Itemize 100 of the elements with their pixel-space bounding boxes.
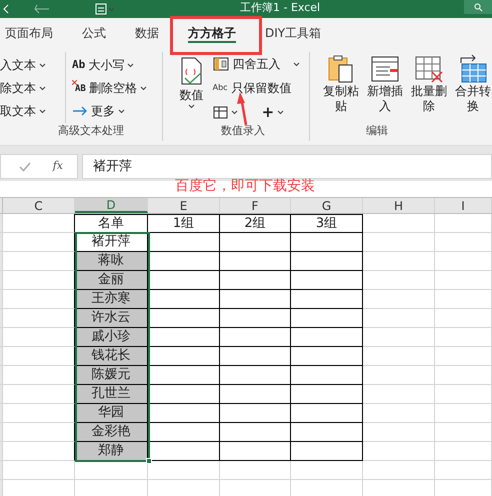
ribbon-tab[interactable]: 页面布局 [5,18,53,48]
empty-cell [220,309,291,328]
column-header[interactable]: G [291,198,363,213]
ribbon-tab[interactable]: 方方格子 [188,18,236,48]
empty-cell [435,366,492,385]
table-cell: 郑静 [75,442,148,461]
empty-cell [220,290,291,309]
annotation-text: 百度它，即可下载安装 [175,177,315,196]
column-header[interactable]: F [220,198,291,213]
empty-cell [220,252,291,271]
empty-cell [291,309,363,328]
column-header[interactable]: H [363,198,435,213]
ribbon-menu-button[interactable]: 更多 [72,102,147,120]
ribbon-menu-button[interactable]: 入文本 [0,56,65,74]
empty-cell [435,252,492,271]
ribbon-tab[interactable]: DIY工具箱 [265,18,322,48]
empty-cell [363,366,435,385]
empty-cell [363,385,435,404]
insert-function-button[interactable]: fx [52,158,63,175]
check-icon[interactable] [18,162,31,172]
empty-cell [435,328,492,347]
table-cell: 陈媛元 [75,366,148,385]
caret-icon [108,6,115,12]
search-icon [474,2,482,12]
empty-cell [291,423,363,442]
ribbon-large-button[interactable]: 批量删除 [410,52,448,122]
group-label: 数值录入 [220,122,266,138]
table-cell: 3组 [291,214,363,233]
empty-cell [363,423,435,442]
empty-cell [363,328,435,347]
number-button[interactable]: 数值 [176,52,207,122]
arrow [237,92,249,126]
table-cell: 金丽 [75,271,148,290]
column-header[interactable]: E [148,198,220,213]
caret-icon [188,104,196,109]
table-cell: 许水云 [75,309,148,328]
caret-icon [230,110,238,114]
table-cell: 钱花长 [75,347,148,366]
empty-cell [363,271,435,290]
ribbon-large-button[interactable]: 合并转换 [454,52,492,122]
empty-cell [291,271,363,290]
empty-cell [435,309,492,328]
caret-icon [39,86,46,90]
empty-cell [363,309,435,328]
caret-icon [39,108,46,114]
grid-x-icon [414,54,444,84]
empty-cell [435,271,492,290]
empty-cell [220,366,291,385]
table-cell: 名单 [75,214,148,233]
grid-icon [212,106,228,118]
search-button[interactable] [464,0,492,14]
small-dropdown-button[interactable]: + [262,102,284,122]
caret-icon [140,86,147,90]
table-cell: 褚开萍 [75,233,148,252]
empty-cell [291,461,363,480]
table-cell: 1组 [148,214,220,233]
empty-cell [291,290,363,309]
caret-icon [292,62,300,66]
empty-cell [3,461,75,480]
ribbon-menu-button[interactable]: AB 删除空格 [72,79,147,97]
empty-cell [220,385,291,404]
fill-handle[interactable] [146,458,152,464]
ribbon-large-button[interactable]: 复制粘贴 [322,52,360,122]
ribbon-menu-button[interactable]: 取文本 [0,102,65,120]
empty-cell [363,347,435,366]
ribbon-large-button[interactable]: 新增插入 [366,52,404,122]
empty-cell [291,404,363,423]
empty-cell [291,442,363,461]
empty-cell [220,423,291,442]
table-cell: 孔世兰 [75,385,148,404]
ribbon-tab[interactable]: 数据 [135,18,159,48]
empty-cell [435,385,492,404]
ribbon-menu-button[interactable]: Ab 大小写 [72,56,147,74]
ribbon-menu-button[interactable]: 四舍五入 [212,54,300,74]
ribbon-tab[interactable]: 公式 [82,18,106,48]
arrow-right-icon [72,106,88,116]
empty-cell [363,404,435,423]
caret-icon [127,62,134,68]
form-icon [370,54,400,84]
empty-cell [220,442,291,461]
empty-cell [291,385,363,404]
empty-cell [291,328,363,347]
caret-icon [118,108,125,114]
empty-cell [363,233,435,252]
table-icon [212,57,229,71]
ribbon-menu-button[interactable]: 除文本 [0,79,65,97]
empty-cell [291,366,363,385]
formula-input[interactable]: 褚开萍 [82,154,492,179]
group-label: 编辑 [365,122,389,138]
empty-cell [363,461,435,480]
table-cell: 2组 [220,214,291,233]
empty-cell [220,271,291,290]
column-header[interactable]: I [435,198,492,213]
column-header[interactable]: D [75,198,148,213]
empty-cell [435,233,492,252]
select-all-corner[interactable] [0,198,3,213]
empty-cell [291,252,363,271]
ribbon-menu-button[interactable]: Abc 只保留数值 [212,78,300,98]
empty-cell [220,404,291,423]
table-cell: 戚小珍 [75,328,148,347]
